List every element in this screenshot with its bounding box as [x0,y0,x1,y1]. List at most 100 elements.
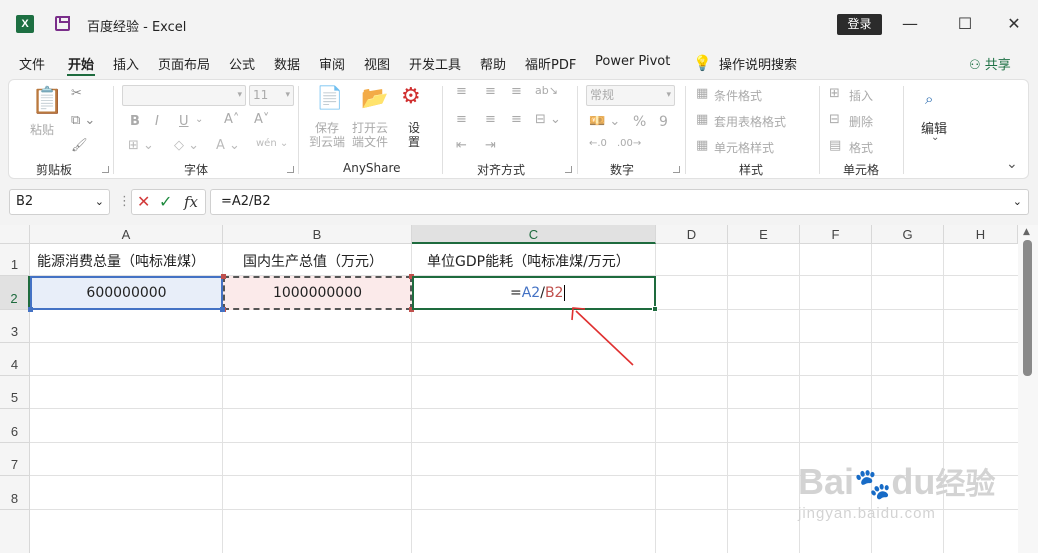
tab-formulas[interactable]: 公式 [229,54,255,73]
insert-function-icon[interactable]: fx [184,193,198,211]
tab-page-layout[interactable]: 页面布局 [158,54,210,73]
tab-developer[interactable]: 开发工具 [409,54,461,73]
format-painter-icon[interactable]: 🖌 [71,138,88,153]
scrollbar-thumb[interactable] [1023,240,1032,376]
column-header-b[interactable]: B [223,225,412,244]
insert-cells-button[interactable]: 插入 [849,87,873,104]
search-icon[interactable]: ⌕ [925,90,933,108]
italic-button[interactable]: I [155,114,159,129]
row-header-2[interactable]: 2 [0,276,30,310]
align-center-icon[interactable]: ≡ [485,112,496,127]
cell-c1[interactable]: 单位GDP能耗（吨标准煤/万元） [412,244,656,276]
settings-button[interactable]: 设置 [408,121,420,149]
tab-power-pivot[interactable]: Power Pivot [595,54,670,69]
formula-input[interactable]: =A2/B2 ⌄ [210,189,1029,215]
column-header-a[interactable]: A [30,225,223,244]
minimize-icon[interactable]: — [895,10,925,38]
cell-a2[interactable]: 600000000 [30,276,223,310]
delete-cells-button[interactable]: 删除 [849,113,873,130]
close-icon[interactable]: ✕ [999,10,1029,38]
align-bottom-icon[interactable]: ≡ [511,84,522,99]
cell-b2[interactable]: 1000000000 [223,276,412,310]
fill-handle[interactable] [652,306,658,312]
ribbon-collapse-icon[interactable]: ⌄ [1006,156,1018,172]
align-right-icon[interactable]: ≡ [511,112,522,127]
open-cloud-button[interactable]: 打开云 端文件 [352,121,388,149]
column-header-f[interactable]: F [800,225,872,244]
cell-b1[interactable]: 国内生产总值（万元） [223,244,412,276]
cut-icon[interactable]: ✂ [71,86,82,101]
font-launcher-icon[interactable] [287,166,294,173]
alignment-launcher-icon[interactable] [565,166,572,173]
tab-foxit-pdf[interactable]: 福昕PDF [525,54,576,73]
tab-review[interactable]: 审阅 [319,54,345,73]
cancel-icon[interactable]: ✕ [137,192,150,211]
align-left-icon[interactable]: ≡ [456,112,467,127]
column-header-g[interactable]: G [872,225,944,244]
row-header-7[interactable]: 7 [0,443,30,476]
shrink-font-icon[interactable]: A˅ [254,112,269,127]
accounting-format-icon[interactable]: 💴 ⌄ [589,114,620,129]
font-color-icon[interactable]: A ⌄ [216,138,240,153]
paste-icon[interactable]: 📋 [31,86,63,116]
save-to-cloud-icon[interactable]: 📄 [316,86,343,111]
font-size-combo[interactable]: 11 ▾ [249,85,294,106]
settings-gear-icon[interactable]: ⚙ [401,84,421,109]
worksheet-grid[interactable]: A B C D E F G H 1 2 3 4 5 6 7 8 能源消费总量（吨… [0,225,1038,553]
row-header-8[interactable]: 8 [0,476,30,510]
chevron-down-icon[interactable]: ⌄ [195,114,203,125]
row-header-4[interactable]: 4 [0,343,30,376]
login-button[interactable]: 登录 [837,14,882,35]
tab-view[interactable]: 视图 [364,54,390,73]
orientation-icon[interactable]: ab↘ [535,84,558,97]
number-format-combo[interactable]: 常规 ▾ [586,85,675,106]
clipboard-launcher-icon[interactable] [102,166,109,173]
vertical-scrollbar[interactable]: ▲ [1018,225,1038,553]
merge-center-icon[interactable]: ⊟ ⌄ [535,112,561,127]
tab-data[interactable]: 数据 [274,54,300,73]
bold-button[interactable]: B [130,114,140,129]
phonetic-icon[interactable]: wén ⌄ [256,138,288,149]
conditional-format-button[interactable]: 条件格式 [714,87,762,104]
column-header-d[interactable]: D [656,225,728,244]
increase-indent-icon[interactable]: ⇥ [485,138,496,153]
grow-font-icon[interactable]: A˄ [224,112,239,127]
copy-icon[interactable]: ⧉ ⌄ [71,113,95,128]
format-cells-button[interactable]: 格式 [849,139,873,156]
enter-icon[interactable]: ✓ [159,192,172,211]
chevron-down-icon[interactable]: ⌄ [931,132,939,143]
row-header-1[interactable]: 1 [0,244,30,276]
cell-styles-button[interactable]: 单元格样式 [714,139,774,156]
column-header-h[interactable]: H [944,225,1018,244]
save-to-cloud-button[interactable]: 保存 到云端 [309,121,345,149]
borders-icon[interactable]: ⊞ ⌄ [128,138,154,153]
maximize-icon[interactable]: ☐ [950,10,980,38]
cell-a1[interactable]: 能源消费总量（吨标准煤） [30,244,223,276]
name-box[interactable]: B2 ⌄ [9,189,110,215]
column-header-e[interactable]: E [728,225,800,244]
save-icon[interactable] [55,16,70,31]
row-header-3[interactable]: 3 [0,310,30,343]
align-top-icon[interactable]: ≡ [456,84,467,99]
comma-button[interactable]: 9 [659,114,668,130]
align-middle-icon[interactable]: ≡ [485,84,496,99]
tab-insert[interactable]: 插入 [113,54,139,73]
share-button[interactable]: ⚇ 共享 [969,54,1011,73]
fill-color-icon[interactable]: ◇ ⌄ [174,138,199,153]
underline-button[interactable]: U [179,114,189,129]
row-header-5[interactable]: 5 [0,376,30,409]
number-launcher-icon[interactable] [673,166,680,173]
select-all-corner[interactable] [0,225,30,244]
tab-home[interactable]: 开始 [68,54,94,73]
row-header-9[interactable] [0,510,30,553]
column-header-c[interactable]: C [412,225,656,244]
font-name-combo[interactable]: ▾ [122,85,246,106]
tell-me-search[interactable]: 操作说明搜索 [719,54,797,73]
open-cloud-icon[interactable]: 📂 [361,86,388,111]
increase-decimal-icon[interactable]: ←.0 [589,138,607,149]
tab-file[interactable]: 文件 [19,54,45,73]
decrease-decimal-icon[interactable]: .00→ [617,138,641,149]
tab-help[interactable]: 帮助 [480,54,506,73]
row-header-6[interactable]: 6 [0,409,30,443]
scroll-up-icon[interactable]: ▲ [1023,227,1030,237]
